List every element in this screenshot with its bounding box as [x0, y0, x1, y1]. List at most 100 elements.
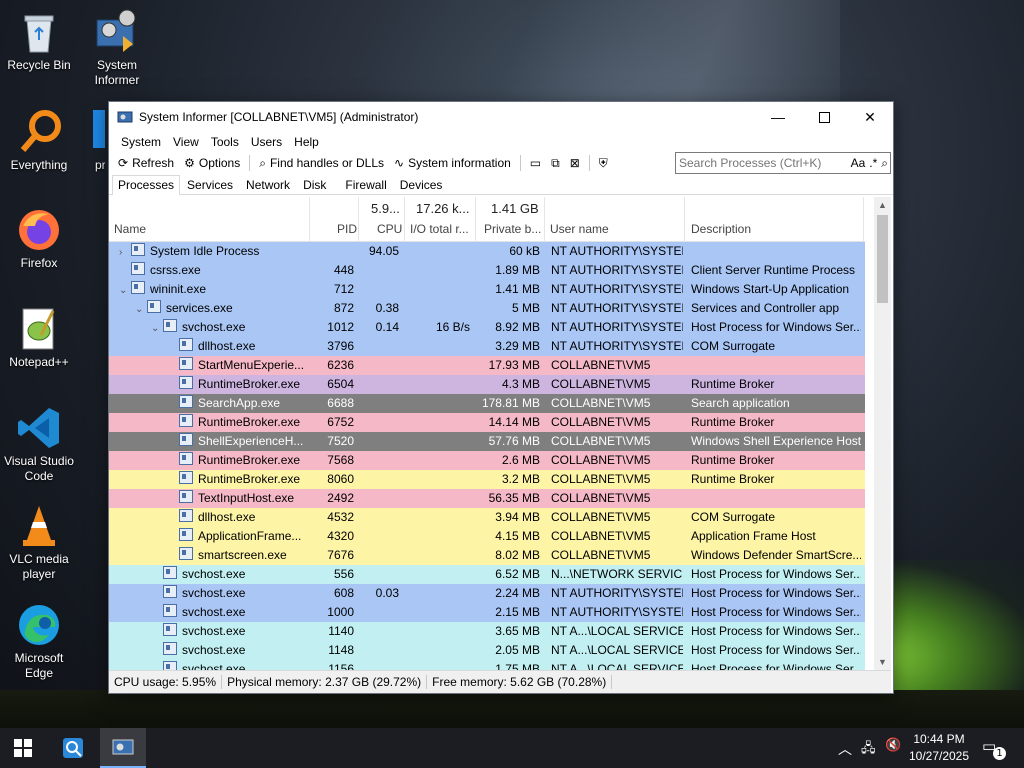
options-button[interactable]: ⚙ Options	[179, 153, 245, 173]
column-divider[interactable]	[358, 197, 359, 241]
column-divider[interactable]	[544, 197, 545, 241]
desktop-icon-recycle-bin[interactable]: Recycle Bin	[1, 8, 77, 73]
process-row[interactable]: ⌄ services.exe 872 0.38 5 MB NT AUTHORITY\SYS…	[109, 299, 865, 318]
refresh-button[interactable]: ⟳ Refresh	[113, 153, 179, 173]
process-description: Runtime Broker	[691, 415, 775, 429]
process-row[interactable]: svchost.exe 608 0.03 2.24 MB NT AUTHORITY\SY…	[109, 584, 865, 603]
search-box[interactable]: Aa .* ⌕	[675, 152, 891, 174]
column-divider[interactable]	[404, 197, 405, 241]
find-window-button[interactable]: ⧉	[546, 153, 565, 173]
desktop-icon-label: VLC media player	[9, 552, 69, 581]
desktop-icon-firefox[interactable]: Firefox	[1, 206, 77, 271]
process-name-cell: ShellExperienceH...	[167, 432, 307, 451]
process-row[interactable]: smartscreen.exe 7676 8.02 MB COLLABNET\VM5 W…	[109, 546, 865, 565]
process-row[interactable]: dllhost.exe 3796 3.29 MB NT AUTHORITY\SYSTE…	[109, 337, 865, 356]
window-list-button[interactable]: ▭	[525, 153, 546, 173]
process-row[interactable]: SearchApp.exe 6688 178.81 MB COLLABNET\VM5 S…	[109, 394, 865, 413]
process-row[interactable]: StartMenuExperie... 6236 17.93 MB COLLABNET…	[109, 356, 865, 375]
terminate-window-button[interactable]: ⊠	[565, 153, 585, 173]
taskbar-clock[interactable]: 10:44 PM 10/27/2025	[904, 731, 974, 765]
process-description: Search application	[691, 396, 790, 410]
maximize-icon	[818, 111, 830, 123]
scroll-thumb[interactable]	[877, 215, 888, 303]
tree-expander-icon[interactable]: ›	[119, 243, 131, 262]
process-row[interactable]: svchost.exe 1148 2.05 MB NT A...\LOCAL SERV…	[109, 641, 865, 660]
process-row[interactable]: svchost.exe 1000 2.15 MB NT AUTHORITY\SYSTE…	[109, 603, 865, 622]
process-row[interactable]: RuntimeBroker.exe 8060 3.2 MB COLLABNET\VM5…	[109, 470, 865, 489]
search-input[interactable]	[676, 155, 849, 171]
maximize-button[interactable]	[801, 102, 847, 132]
security-button[interactable]: ⛨	[594, 153, 613, 173]
process-row[interactable]: svchost.exe 1140 3.65 MB NT A...\LOCAL SERV…	[109, 622, 865, 641]
menu-help[interactable]: Help	[288, 135, 325, 149]
vertical-scrollbar[interactable]: ▲ ▼	[874, 197, 891, 670]
column-name[interactable]: Name	[114, 222, 146, 236]
desktop-icon-system-informer[interactable]: System Informer	[79, 8, 155, 88]
close-button[interactable]: ✕	[847, 102, 893, 132]
column-divider[interactable]	[863, 197, 864, 241]
process-window-icon	[163, 642, 177, 655]
toolbar-separator	[519, 155, 521, 171]
column-description[interactable]: Description	[691, 222, 751, 236]
column-divider[interactable]	[475, 197, 476, 241]
scroll-down-arrow-icon[interactable]: ▼	[874, 654, 891, 670]
network-icon[interactable]: 🖧	[861, 739, 876, 761]
window-titlebar[interactable]: System Informer [COLLABNET\VM5] (Adminis…	[109, 102, 893, 132]
private-bytes-total: 1.41 GB	[491, 201, 539, 216]
minimize-button[interactable]: —	[755, 102, 801, 132]
partial-app-icon	[85, 108, 105, 156]
process-pid: 1148	[328, 643, 354, 657]
system-information-button[interactable]: ∿ System information	[389, 153, 516, 173]
column-pid[interactable]: PID	[337, 222, 357, 236]
desktop-icon-partial[interactable]: pr	[85, 108, 105, 173]
desktop-icon-vscode[interactable]: Visual Studio Code	[1, 404, 77, 484]
taskbar-search-app[interactable]	[50, 728, 96, 768]
column-divider[interactable]	[309, 197, 310, 241]
process-row[interactable]: ⌄ wininit.exe 712 1.41 MB NT AUTHORITY\SYSTE…	[109, 280, 865, 299]
process-row[interactable]: ⌄ svchost.exe 1012 0.14 16 B/s 8.92 MB NT AUTH…	[109, 318, 865, 337]
tab-firewall[interactable]: Firewall	[339, 175, 392, 194]
column-io-total[interactable]: I/O total r...	[410, 222, 469, 236]
tab-processes[interactable]: Processes	[112, 175, 181, 195]
volume-muted-icon[interactable]: 🔇	[885, 738, 901, 753]
process-row[interactable]: ApplicationFrame... 4320 4.15 MB COLLABNET\…	[109, 527, 865, 546]
tab-services[interactable]: Services	[181, 175, 239, 194]
process-row[interactable]: ShellExperienceH... 7520 57.76 MB COLLABNET…	[109, 432, 865, 451]
tab-devices[interactable]: Devices	[394, 175, 449, 194]
process-row[interactable]: RuntimeBroker.exe 7568 2.6 MB COLLABNET\VM5…	[109, 451, 865, 470]
search-icon[interactable]: ⌕	[879, 156, 890, 171]
tree-expander-icon[interactable]: ⌄	[119, 281, 131, 300]
tree-expander-icon[interactable]: ⌄	[151, 319, 163, 338]
desktop-icon-edge[interactable]: Microsoft Edge	[1, 601, 77, 681]
menu-view[interactable]: View	[167, 135, 205, 149]
desktop-icon-everything[interactable]: Everything	[1, 108, 77, 173]
menu-tools[interactable]: Tools	[205, 135, 245, 149]
desktop-icon-notepad-plus-plus[interactable]: Notepad++	[1, 305, 77, 370]
column-private-bytes[interactable]: Private b...	[484, 222, 541, 236]
process-row[interactable]: svchost.exe 556 6.52 MB N...\NETWORK SERVIC…	[109, 565, 865, 584]
tab-disk[interactable]: Disk	[297, 175, 332, 194]
menu-system[interactable]: System	[115, 135, 167, 149]
column-divider[interactable]	[684, 197, 685, 241]
taskbar-system-informer[interactable]	[100, 728, 146, 768]
tree-expander-icon[interactable]: ⌄	[135, 300, 147, 319]
case-sensitive-toggle[interactable]: Aa	[849, 156, 868, 170]
chevron-up-icon[interactable]: ︿	[838, 739, 852, 759]
process-row[interactable]: dllhost.exe 4532 3.94 MB COLLABNET\VM5 COM S…	[109, 508, 865, 527]
find-handles-button[interactable]: ⌕ Find handles or DLLs	[254, 153, 389, 173]
regex-toggle[interactable]: .*	[867, 156, 879, 170]
process-row[interactable]: RuntimeBroker.exe 6752 14.14 MB COLLABNET\V…	[109, 413, 865, 432]
process-user-name: NT A...\LOCAL SERVICE	[551, 643, 683, 657]
process-row[interactable]: › System Idle Process 94.05 60 kB NT AUTHORI…	[109, 242, 865, 261]
process-row[interactable]: RuntimeBroker.exe 6504 4.3 MB COLLABNET\VM5…	[109, 375, 865, 394]
tab-network[interactable]: Network	[240, 175, 296, 194]
process-row[interactable]: csrss.exe 448 1.89 MB NT AUTHORITY\SYSTEM Cl…	[109, 261, 865, 280]
column-user-name[interactable]: User name	[550, 222, 609, 236]
start-button[interactable]	[0, 728, 46, 768]
process-row[interactable]: svchost.exe 1156 1.75 MB NT A...\LOCAL SERV…	[109, 660, 865, 670]
scroll-up-arrow-icon[interactable]: ▲	[874, 197, 891, 213]
column-cpu[interactable]: CPU	[377, 222, 402, 236]
desktop-icon-vlc[interactable]: VLC media player	[1, 502, 77, 582]
menu-users[interactable]: Users	[245, 135, 288, 149]
process-row[interactable]: TextInputHost.exe 2492 56.35 MB COLLABNET\V…	[109, 489, 865, 508]
